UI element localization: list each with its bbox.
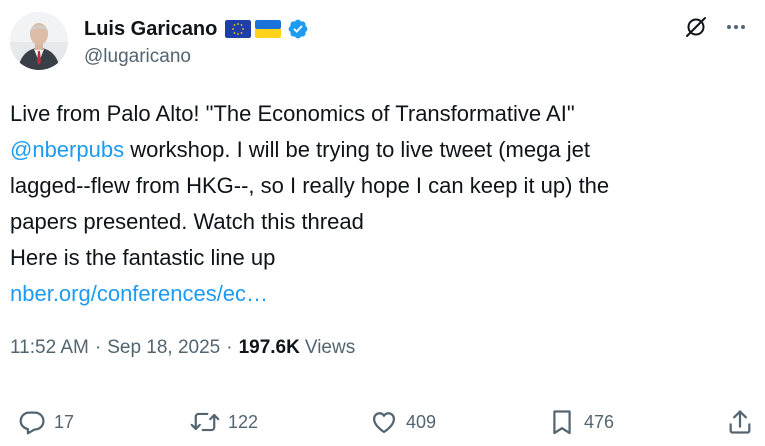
reply-icon xyxy=(19,411,45,435)
tweet-text-line: Live from Palo Alto! "The Economics of T… xyxy=(10,101,575,126)
action-bar: 17 122 409 476 xyxy=(0,404,765,440)
more-options-icon[interactable] xyxy=(723,14,749,40)
avatar[interactable] xyxy=(10,12,68,70)
tweet-text-line: lagged--flew from HKG--, so I really hop… xyxy=(10,173,610,198)
reply-count: 17 xyxy=(54,411,75,432)
verified-badge-icon[interactable] xyxy=(287,18,309,40)
tweet-text-line: nber.org/conferences/ec… xyxy=(10,276,750,312)
tweet: Luis Garicano @lugaricano Live from Palo… xyxy=(0,0,765,446)
header-actions xyxy=(683,14,749,40)
tweet-date[interactable]: Sep 18, 2025 xyxy=(107,337,220,359)
grok-icon[interactable] xyxy=(683,14,709,40)
heart-icon xyxy=(372,412,396,434)
share-icon xyxy=(729,410,751,434)
tweet-text-line: papers presented. Watch this thread xyxy=(10,209,364,234)
repost-count: 122 xyxy=(228,411,259,432)
avatar-image xyxy=(10,12,68,70)
bookmark-count: 476 xyxy=(584,411,615,432)
url-link[interactable]: nber.org/conferences/ec… xyxy=(10,281,268,306)
author-name-row: Luis Garicano xyxy=(84,14,309,44)
bookmark-icon xyxy=(553,410,571,435)
repost-button[interactable]: 122 xyxy=(190,404,258,440)
tweet-text-line: @nberpubs workshop. I will be trying to … xyxy=(10,132,750,168)
reply-button[interactable]: 17 xyxy=(18,404,74,440)
tweet-text-line: Here is the fantastic line up xyxy=(10,245,276,270)
share-button[interactable] xyxy=(726,404,754,440)
tweet-text: Live from Palo Alto! "The Economics of T… xyxy=(10,96,750,312)
like-button[interactable]: 409 xyxy=(370,404,436,440)
meta-separator: · xyxy=(226,337,233,358)
tweet-time[interactable]: 11:52 AM xyxy=(10,337,89,359)
bookmark-button[interactable]: 476 xyxy=(548,404,614,440)
views-label: Views xyxy=(304,337,356,358)
views-count: 197.6K xyxy=(238,337,300,358)
eu-flag-icon xyxy=(225,20,252,38)
mention-link[interactable]: @nberpubs xyxy=(10,137,124,162)
ukraine-flag-icon xyxy=(255,20,282,38)
tweet-text-segment: workshop. I will be trying to live tweet… xyxy=(124,137,590,162)
repost-icon xyxy=(190,412,220,432)
like-count: 409 xyxy=(406,411,437,432)
tweet-meta: 11:52 AM · Sep 18, 2025 · 197.6K Views xyxy=(10,337,355,359)
author-display-name[interactable]: Luis Garicano xyxy=(84,18,217,41)
author-handle[interactable]: @lugaricano xyxy=(84,46,191,68)
meta-separator: · xyxy=(94,337,102,358)
